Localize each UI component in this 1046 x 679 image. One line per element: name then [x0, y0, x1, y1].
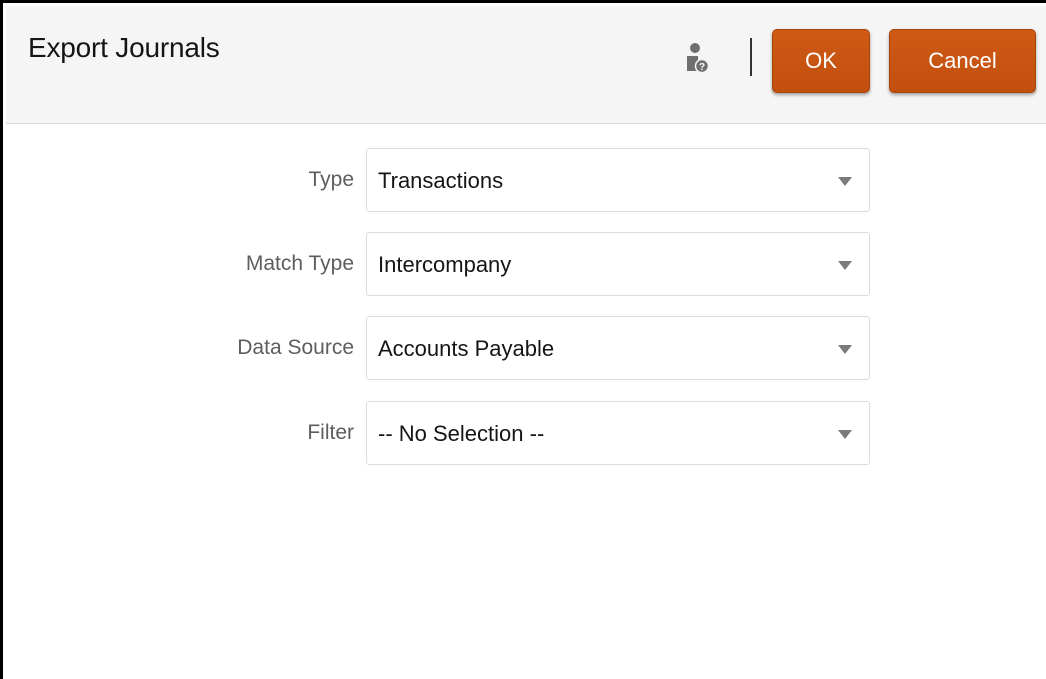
- dialog-header: Export Journals ? OK Cancel: [6, 6, 1046, 124]
- match-type-select-value: Intercompany: [378, 252, 512, 277]
- export-form: Type Transactions Match Type Intercompan…: [6, 124, 1046, 679]
- data-source-select-value: Accounts Payable: [378, 336, 555, 361]
- user-help-icon[interactable]: ?: [686, 42, 710, 76]
- filter-row: Filter -- No Selection --: [6, 401, 876, 465]
- chevron-down-icon: [838, 261, 852, 270]
- dialog-title: Export Journals: [28, 32, 220, 63]
- type-row: Type Transactions: [6, 148, 876, 212]
- match-type-row: Match Type Intercompany: [6, 232, 876, 296]
- chevron-down-icon: [838, 345, 852, 354]
- ok-button[interactable]: OK: [772, 29, 870, 93]
- filter-label: Filter: [307, 421, 354, 444]
- data-source-label: Data Source: [237, 336, 354, 359]
- match-type-label: Match Type: [245, 252, 354, 275]
- filter-select-value: -- No Selection --: [378, 421, 545, 446]
- svg-text:?: ?: [699, 62, 705, 73]
- type-label: Type: [308, 168, 354, 191]
- toolbar-separator: [750, 38, 752, 76]
- filter-select[interactable]: -- No Selection --: [366, 401, 870, 465]
- match-type-select[interactable]: Intercompany: [366, 232, 870, 296]
- data-source-row: Data Source Accounts Payable: [6, 316, 876, 380]
- chevron-down-icon: [838, 430, 852, 439]
- type-select[interactable]: Transactions: [366, 148, 870, 212]
- export-journals-dialog: Export Journals ? OK Cancel Type Transac…: [0, 0, 1046, 679]
- chevron-down-icon: [838, 177, 852, 186]
- cancel-button[interactable]: Cancel: [889, 29, 1036, 93]
- type-select-value: Transactions: [378, 168, 504, 193]
- data-source-select[interactable]: Accounts Payable: [366, 316, 870, 380]
